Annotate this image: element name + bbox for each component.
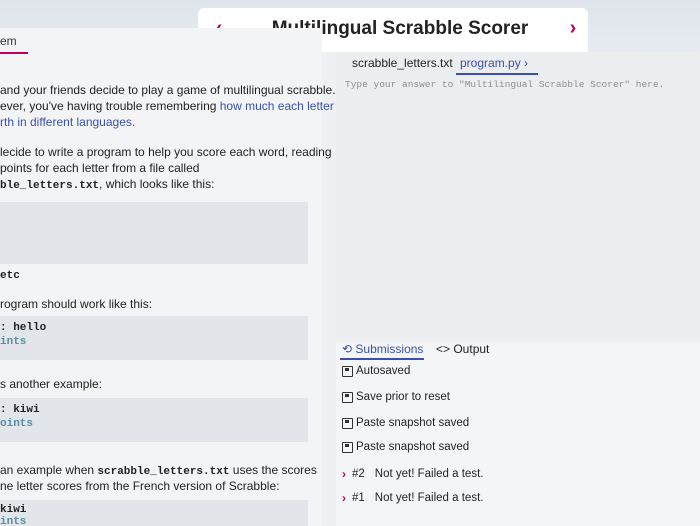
chevron-right-icon: › [342, 467, 346, 481]
save-icon [342, 365, 353, 377]
work-like-text: rogram should work like this: [0, 297, 153, 311]
editor-placeholder: Type your answer to "Multilingual Scrabb… [345, 79, 665, 90]
decide-line-2: points for each letter from a file calle… [0, 161, 200, 175]
next-arrow-icon[interactable]: › [562, 16, 584, 40]
letters-file-code-block [0, 202, 308, 264]
intro-line-3-link[interactable]: rth in different languages. [0, 114, 135, 130]
save-icon [342, 391, 353, 403]
example-2-line-1: : kiwi [0, 404, 40, 416]
file-tab-program-py[interactable]: program.py › [460, 56, 528, 70]
submission-item[interactable]: Paste snapshot saved [342, 441, 469, 453]
save-icon [342, 417, 353, 429]
tab-output[interactable]: <> Output [436, 342, 489, 356]
problem-tab-underline [0, 52, 28, 54]
example-3-line-2: ints [0, 516, 27, 526]
attempt-row[interactable]: › #2 Not yet! Failed a test. [342, 467, 483, 481]
letter-scores-link[interactable]: how much each letter [220, 99, 334, 113]
example-1-line-1: : hello [0, 322, 47, 334]
intro-line-1: and your friends decide to play a game o… [0, 83, 336, 97]
example-3-code-block [0, 500, 308, 526]
attempt-row[interactable]: › #1 Not yet! Failed a test. [342, 491, 483, 505]
decide-line-3: ble_letters.txt, which looks like this: [0, 177, 215, 192]
etc-text: etc [0, 270, 20, 282]
problem-tab[interactable]: em [0, 34, 17, 48]
chevron-right-icon: › [342, 491, 346, 505]
submission-item[interactable]: Paste snapshot saved [342, 417, 469, 429]
active-file-underline [456, 73, 538, 75]
active-panel-tab-underline [340, 358, 424, 360]
intro-line-2: ever, you've having trouble remembering … [0, 99, 334, 113]
example-3-line-1: kiwi [0, 504, 27, 516]
submission-item[interactable]: Autosaved [342, 365, 410, 377]
submission-item[interactable]: Save prior to reset [342, 391, 450, 403]
file-tab-scrabble-letters[interactable]: scrabble_letters.txt [352, 56, 453, 70]
another-example-text: s another example: [0, 377, 103, 391]
example-1-line-2: ints [0, 336, 27, 348]
french-line-2: ne letter scores from the French version… [0, 479, 280, 493]
example-2-code-block [0, 398, 308, 442]
example-2-line-2: oints [0, 418, 34, 430]
code-editor[interactable] [336, 52, 700, 342]
tab-submissions[interactable]: ⟲ Submissions [342, 342, 423, 356]
decide-line-1: lecide to write a program to help you sc… [0, 145, 332, 159]
save-icon [342, 441, 353, 453]
